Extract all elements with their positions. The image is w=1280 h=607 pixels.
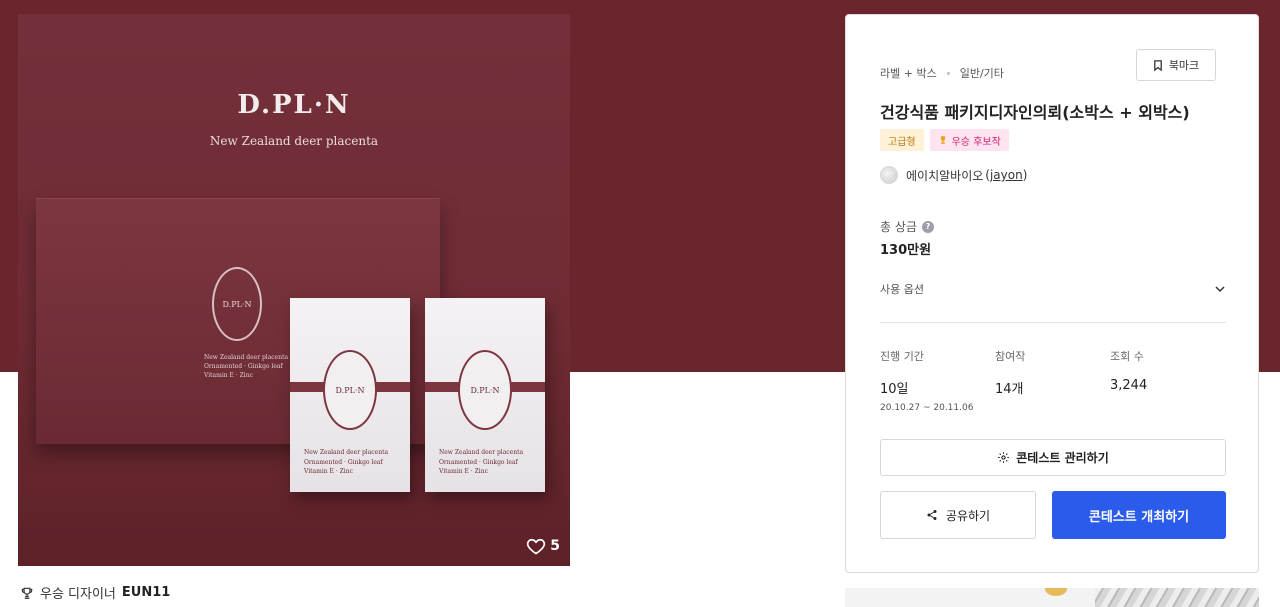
heart-icon	[527, 538, 546, 555]
outer-box-text: New Zealand deer placenta Ornamented · G…	[204, 353, 288, 380]
small-box-text-line: Vitamin E · Zinc	[304, 468, 353, 476]
owner-id-link[interactable]: jayon	[990, 168, 1023, 182]
owner-id-paren-close: )	[1022, 168, 1028, 182]
next-card-preview[interactable]	[845, 588, 1259, 607]
small-box-text-line: Ornamented · Ginkgo leaf	[304, 458, 383, 466]
outer-box-text-line: New Zealand deer placenta	[204, 354, 289, 361]
stat-value: 10일	[880, 382, 909, 397]
badge-list: 고급형 우승 후보작	[880, 129, 1009, 151]
brand-subtitle: New Zealand deer placenta	[209, 134, 379, 148]
outer-box-text-line: Vitamin E · Zinc	[204, 372, 253, 379]
prize-label: 총 상금 ?	[880, 218, 934, 235]
stat-duration: 진행 기간 10일 20.10.27 ~ 20.11.06	[880, 348, 995, 413]
stat-date-range: 20.10.27 ~ 20.11.06	[880, 403, 974, 413]
winner-label: 우승 디자이너	[40, 587, 116, 602]
share-button[interactable]: 공유하기	[880, 491, 1036, 539]
trophy-icon	[21, 587, 33, 599]
contest-owner: 에이치알바이오 ( jayon )	[880, 166, 1027, 184]
small-box-mockup: D.PL·N New Zealand deer placenta Ornamen…	[290, 298, 410, 492]
stat-label: 조회 수	[1110, 350, 1144, 363]
product-image[interactable]: D.PL·N New Zealand deer placenta D.PL·N …	[18, 14, 570, 566]
stat-entries: 참여작 14개	[995, 348, 1110, 413]
manage-contest-button[interactable]: 콘테스트 관리하기	[880, 439, 1226, 476]
manage-contest-label: 콘테스트 관리하기	[1016, 451, 1109, 465]
stat-value: 14개	[995, 382, 1024, 397]
outer-box-emblem-text: D.PL·N	[222, 299, 252, 309]
preview-image	[1095, 588, 1259, 607]
like-count: 5	[550, 538, 560, 554]
stat-label: 진행 기간	[880, 350, 924, 363]
contest-info-card: 라벨 + 박스 일반/기타 북마크 건강식품 패키지디자인의뢰(소박스 + 외박…	[845, 14, 1259, 573]
outer-box-emblem: D.PL·N	[212, 267, 262, 341]
contest-stats: 진행 기간 10일 20.10.27 ~ 20.11.06 참여작 14개 조회…	[880, 348, 1225, 413]
bookmark-button[interactable]: 북마크	[1136, 49, 1216, 81]
category-item[interactable]: 일반/기타	[960, 65, 1004, 81]
share-label: 공유하기	[945, 508, 991, 523]
brand-title: D.PL·N	[237, 90, 351, 120]
chevron-down-icon	[1215, 286, 1225, 293]
gear-icon	[998, 452, 1010, 463]
prize-label-text: 총 상금	[880, 220, 917, 234]
small-box-text-line: New Zealand deer placenta	[439, 449, 524, 456]
avatar	[880, 166, 898, 184]
winner-candidate-label: 우승 후보작	[951, 136, 1001, 148]
grade-badge: 고급형	[880, 129, 924, 151]
options-label: 사용 옵션	[880, 283, 924, 296]
stat-views: 조회 수 3,244	[1110, 348, 1225, 413]
small-box-mockup: D.PL·N New Zealand deer placenta Ornamen…	[425, 298, 545, 492]
winner-designer: 우승 디자이너 EUN11	[20, 583, 170, 602]
small-box-emblem: D.PL·N	[458, 350, 512, 430]
small-box-text-line: Vitamin E · Zinc	[439, 468, 488, 476]
small-box-text: New Zealand deer placenta Ornamented · G…	[439, 448, 523, 477]
winner-name[interactable]: EUN11	[122, 585, 170, 600]
divider	[880, 322, 1226, 323]
small-box-emblem-text: D.PL·N	[470, 385, 500, 395]
small-box-text-line: Ornamented · Ginkgo leaf	[439, 458, 518, 466]
share-icon	[927, 510, 937, 520]
breadcrumb-separator	[946, 71, 950, 75]
stat-value: 3,244	[1110, 378, 1148, 393]
small-box-emblem-text: D.PL·N	[335, 385, 365, 395]
owner-name: 에이치알바이오	[906, 168, 984, 183]
small-box-emblem: D.PL·N	[323, 350, 377, 430]
trophy-icon	[940, 136, 945, 144]
category-item[interactable]: 라벨 + 박스	[880, 65, 937, 81]
winner-candidate-badge: 우승 후보작	[929, 129, 1009, 151]
small-box-text-line: New Zealand deer placenta	[304, 449, 389, 456]
prize-value: 130만원	[880, 243, 932, 258]
options-dropdown[interactable]: 사용 옵션	[880, 279, 1226, 299]
like-button[interactable]: 5	[526, 536, 560, 556]
stat-label: 참여작	[995, 350, 1026, 363]
outer-box-text-line: Ornamented · Ginkgo leaf	[204, 363, 283, 370]
bookmark-icon	[1153, 59, 1162, 71]
page-title: 건강식품 패키지디자인의뢰(소박스 + 외박스)	[880, 103, 1190, 122]
host-contest-button[interactable]: 콘테스트 개최하기	[1052, 491, 1226, 539]
preview-shape	[1045, 588, 1067, 596]
small-box-text: New Zealand deer placenta Ornamented · G…	[304, 448, 388, 477]
breadcrumb: 라벨 + 박스 일반/기타	[880, 65, 1004, 81]
help-icon[interactable]: ?	[921, 220, 934, 233]
bookmark-label: 북마크	[1168, 59, 1200, 72]
